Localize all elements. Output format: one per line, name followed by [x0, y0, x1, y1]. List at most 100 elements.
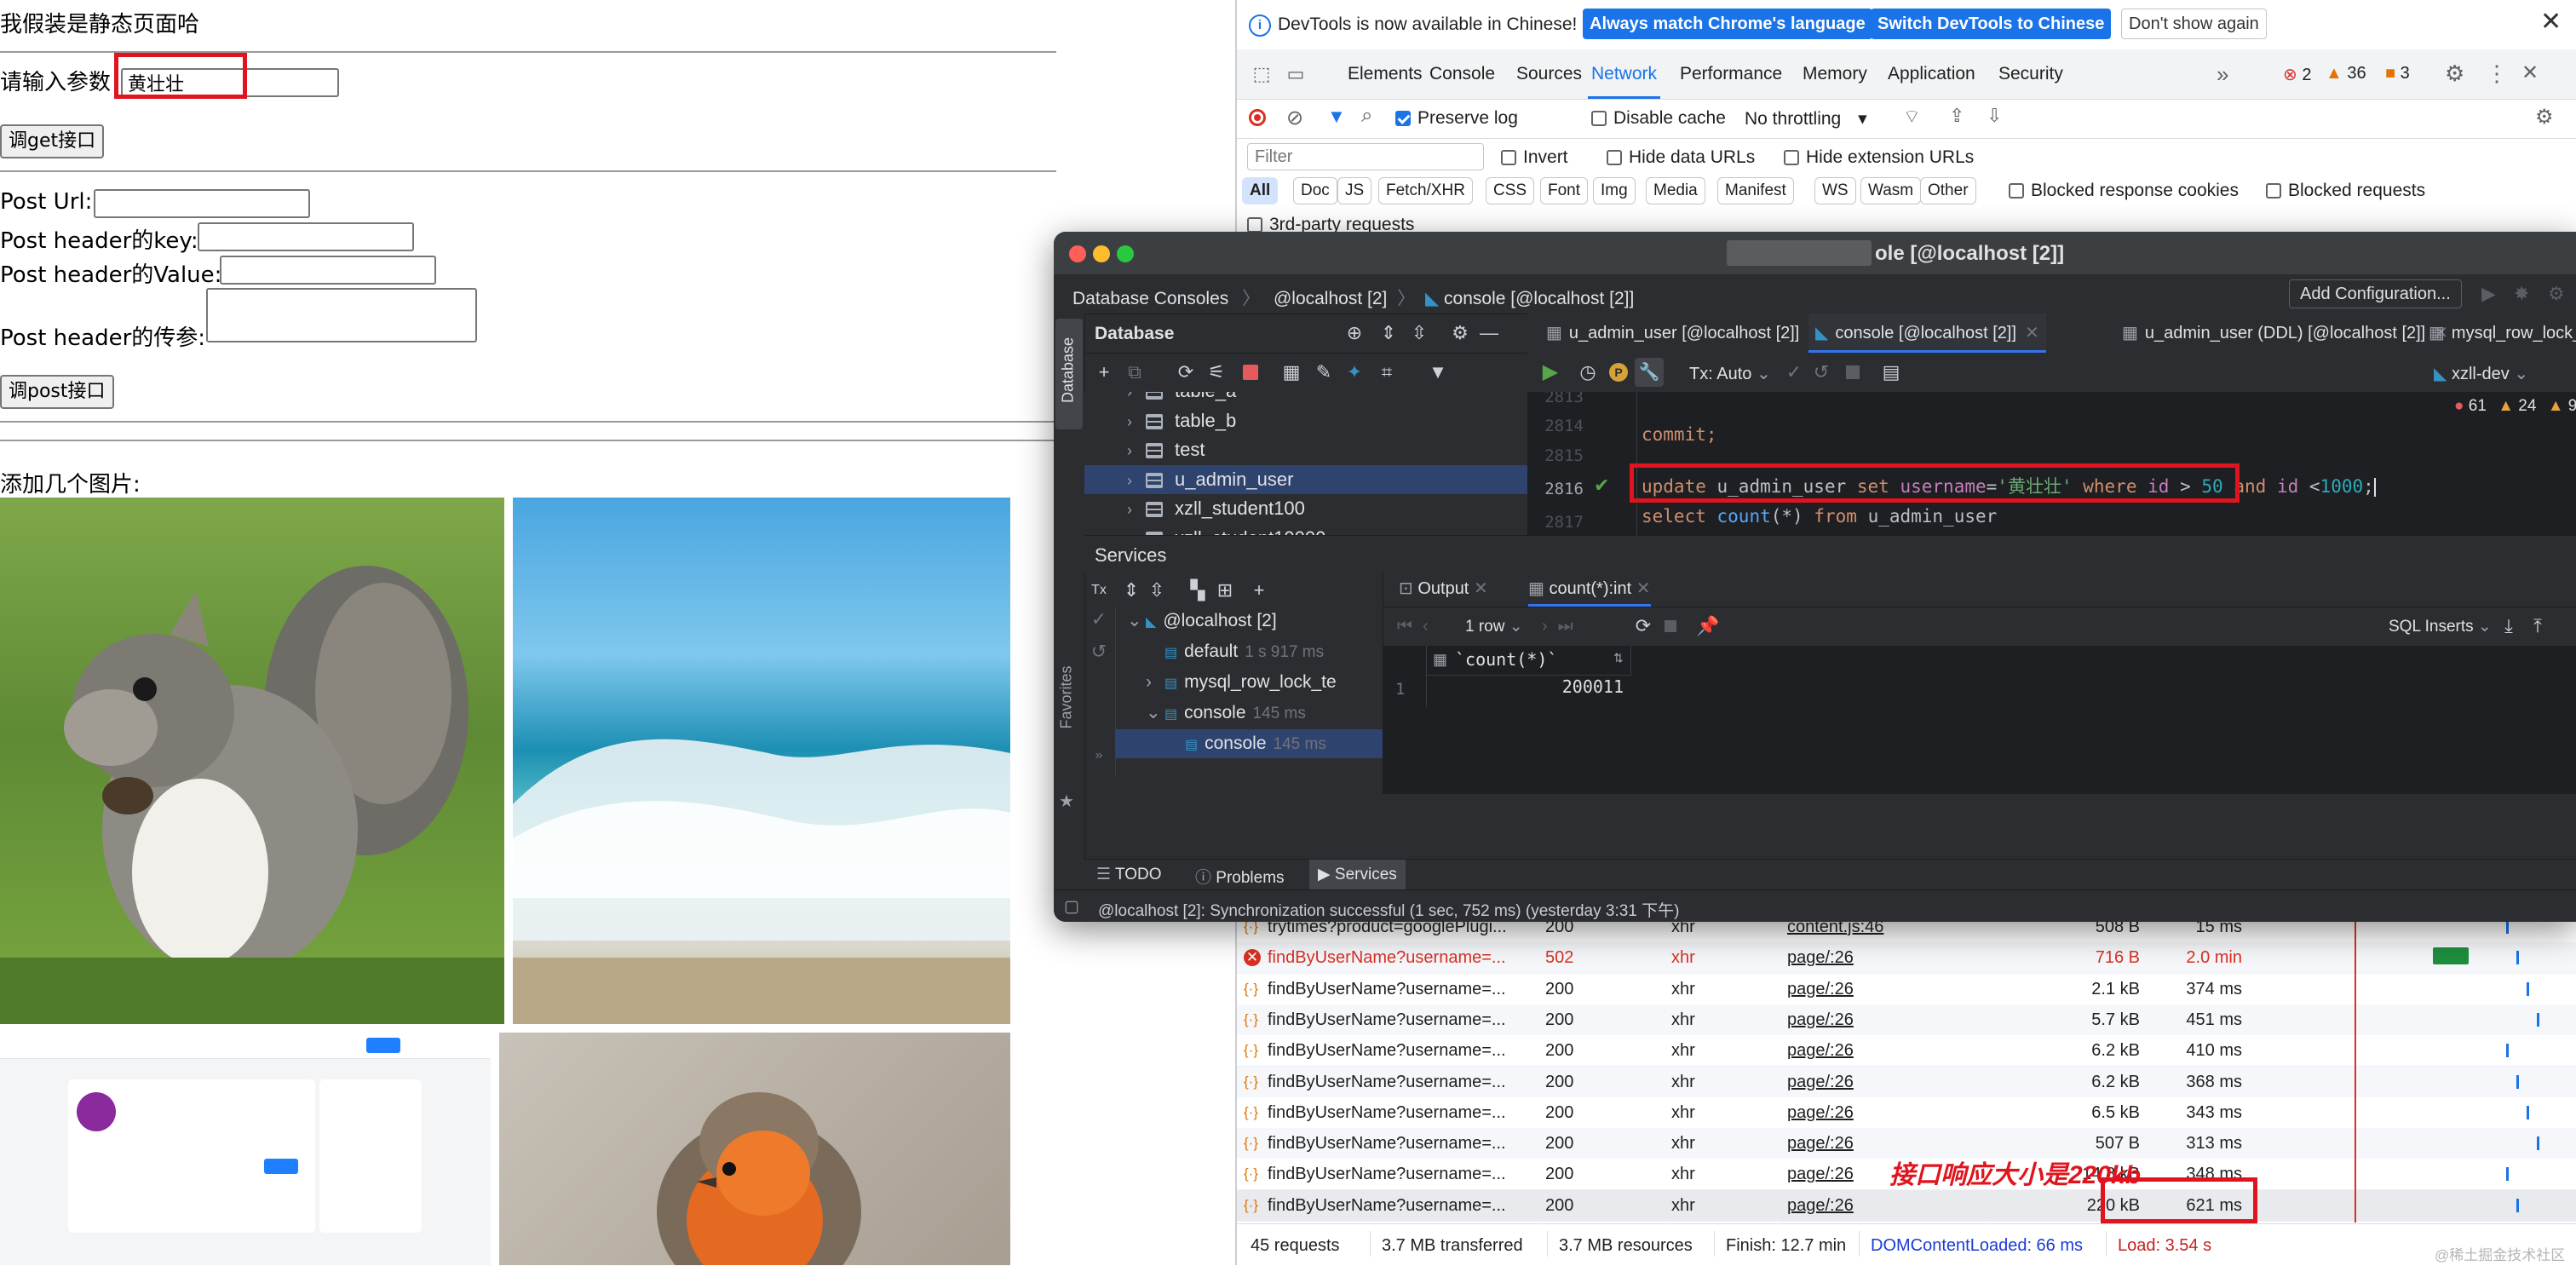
todo-tab[interactable]: ☰ TODO — [1096, 865, 1162, 884]
services-tab[interactable]: ▶ Services — [1309, 860, 1406, 890]
tab-sources[interactable]: Sources — [1513, 49, 1585, 99]
request-row[interactable]: {·} findByUserName?username=... 200 xhr page… — [1237, 1004, 2576, 1036]
breadcrumb-item[interactable]: Database Consoles — [1072, 289, 1228, 308]
issue-count[interactable]: ■ 3 — [2385, 64, 2410, 83]
filter-icon[interactable]: ▼ — [1425, 360, 1451, 385]
chevron-right-icon[interactable]: › — [1146, 668, 1164, 697]
row-count-select[interactable]: 1 row ⌄ — [1465, 617, 1523, 636]
hide-data-urls-checkbox[interactable]: Hide data URLs — [1607, 147, 1755, 168]
editor-tab[interactable]: ◣ console [@localhost [2]] ✕ — [1808, 314, 2046, 353]
tree-item-xzll_student10000[interactable]: › xzll_student10000 — [1084, 524, 1527, 536]
chip-doc[interactable]: Doc — [1293, 177, 1337, 204]
chip-img[interactable]: Img — [1593, 177, 1636, 204]
more-icon[interactable]: ⚙ — [2548, 283, 2565, 305]
request-row[interactable]: {·} findByUserName?username=... 200 xhr page… — [1237, 1096, 2576, 1129]
upload-icon[interactable]: ⤒ — [2525, 613, 2550, 639]
output-layout-icon[interactable]: ▤ — [1878, 360, 1904, 385]
settings-icon[interactable]: ⚙ — [1447, 320, 1473, 346]
more-tabs-icon[interactable]: » — [2217, 61, 2228, 88]
tree-item-xzll_student100[interactable]: › xzll_student100 — [1084, 494, 1527, 523]
ql-icon[interactable]: ⌗ — [1374, 360, 1400, 385]
device-toggle-icon[interactable]: ▭ — [1283, 61, 1308, 87]
chip-css[interactable]: CSS — [1486, 177, 1535, 204]
edit-icon[interactable]: ✎ — [1311, 360, 1337, 385]
dont-show-again-button[interactable]: Don't show again — [2121, 9, 2267, 39]
new-tab-icon[interactable]: ⊞ — [1212, 578, 1238, 603]
tree-item-test[interactable]: › test — [1084, 435, 1527, 464]
request-initiator[interactable]: page/:26 — [1787, 974, 1958, 1004]
chevron-right-icon[interactable]: › — [1127, 392, 1146, 406]
count-result-tab[interactable]: ▦ count(*):int ✕ — [1528, 573, 1651, 607]
chip-all[interactable]: All — [1242, 177, 1279, 204]
search-icon[interactable]: ⌕ — [1361, 104, 1372, 128]
match-language-button[interactable]: Always match Chrome's language — [1583, 9, 1872, 39]
profile-select[interactable]: ◣ xzll-dev ⌄ — [2434, 363, 2528, 384]
close-window-icon[interactable] — [1069, 245, 1086, 262]
request-initiator[interactable]: page/:26 — [1787, 1067, 1958, 1097]
jump-icon[interactable]: ✦ — [1342, 360, 1367, 385]
chevron-down-icon[interactable]: ⌄ — [1146, 699, 1164, 728]
filter-icon[interactable]: ▼ — [1327, 106, 1346, 128]
wrench-icon[interactable]: 🔧 — [1635, 358, 1664, 387]
expand-icon[interactable]: ⇕ — [1118, 578, 1144, 603]
maximize-window-icon[interactable] — [1117, 245, 1134, 262]
pagination-first-prev-icons[interactable]: ⏮‹ — [1397, 617, 1439, 636]
service-tree-item[interactable]: ⌄ ◣ @localhost [2] — [1115, 607, 1383, 636]
column-header[interactable]: ▦ `count(*)` ⇅ — [1426, 646, 1631, 676]
post-url-input[interactable] — [94, 189, 310, 218]
chevron-right-icon[interactable]: › — [1127, 525, 1146, 536]
request-initiator[interactable]: page/:26 — [1787, 1035, 1958, 1066]
add-configuration-button[interactable]: Add Configuration... — [2289, 279, 2462, 308]
run-config-icon[interactable]: ▶ — [2481, 283, 2496, 305]
cancel-icon[interactable] — [1846, 365, 1860, 379]
breadcrumb-item[interactable]: console [@localhost [2]] — [1444, 289, 1634, 308]
post-value-input[interactable] — [220, 256, 436, 285]
debug-icon[interactable]: ✸ — [2514, 283, 2529, 305]
throttling-select[interactable]: No throttling ▾ — [1745, 108, 1867, 129]
service-tree-item[interactable]: ⌄ ▤ console 145 ms — [1115, 699, 1383, 728]
add-service-icon[interactable]: + — [1246, 578, 1272, 603]
result-cell[interactable]: 200011 — [1426, 676, 1624, 697]
stop-icon[interactable] — [1665, 620, 1676, 632]
post-key-input[interactable] — [198, 222, 414, 251]
tab-security[interactable]: Security — [1995, 49, 2067, 99]
chip-js[interactable]: JS — [1337, 177, 1372, 204]
post-body-textarea[interactable] — [206, 288, 477, 342]
tree-item-table_a[interactable]: › table_a — [1084, 392, 1527, 406]
commit-icon[interactable]: ✓ — [1781, 360, 1807, 385]
service-tree-item[interactable]: ▤ console 145 ms — [1115, 729, 1383, 758]
pagination-next-last-icons[interactable]: ›⏭ — [1542, 617, 1584, 636]
group-icon[interactable]: ▚ — [1185, 578, 1210, 603]
collapse-icon[interactable]: ⇳ — [1144, 578, 1170, 603]
chevron-down-icon[interactable]: ⌄ — [1127, 607, 1146, 636]
rollback-icon[interactable]: ↺ — [1086, 639, 1112, 665]
favorites-tool-tab[interactable]: Favorites — [1058, 651, 1076, 745]
star-icon[interactable]: ★ — [1059, 791, 1074, 812]
table-icon[interactable]: ▦ — [1279, 360, 1304, 385]
request-initiator[interactable]: page/:26 — [1787, 1004, 1958, 1035]
more-icon[interactable]: » — [1086, 743, 1112, 768]
schema-icon[interactable]: ⚟ — [1204, 360, 1229, 385]
clear-icon[interactable]: ⊘ — [1286, 106, 1303, 130]
error-count[interactable]: ⊗ 2 — [2283, 64, 2311, 85]
chevron-right-icon[interactable]: › — [1127, 466, 1146, 495]
network-settings-icon[interactable]: ⚙ — [2535, 105, 2554, 129]
hide-panel-icon[interactable]: — — [1476, 320, 1502, 346]
request-initiator[interactable]: page/:26 — [1787, 1190, 1958, 1221]
execute-icon[interactable]: ▶ — [1538, 360, 1563, 385]
request-row[interactable]: {·} findByUserName?username=... 200 xhr page… — [1237, 1035, 2576, 1067]
download-icon[interactable]: ⤓ — [2496, 613, 2521, 639]
close-icon[interactable]: ✕ — [2540, 7, 2562, 37]
tree-item-u_admin_user[interactable]: › u_admin_user — [1084, 464, 1527, 495]
request-row[interactable]: {·} findByUserName?username=... 200 xhr page… — [1237, 1066, 2576, 1098]
chip-wasm[interactable]: Wasm — [1860, 177, 1922, 204]
expand-all-icon[interactable]: ⇕ — [1376, 320, 1401, 346]
tab-memory[interactable]: Memory — [1799, 49, 1871, 99]
tx-icon[interactable]: Tx — [1086, 578, 1112, 603]
export-format-select[interactable]: SQL Inserts ⌄ — [2389, 617, 2492, 636]
invert-checkbox[interactable]: Invert — [1501, 147, 1568, 168]
get-button[interactable]: 调get接口 — [0, 124, 105, 158]
switch-chinese-button[interactable]: Switch DevTools to Chinese — [1871, 9, 2112, 39]
chip-ws[interactable]: WS — [1814, 177, 1856, 204]
tab-elements[interactable]: Elements — [1344, 49, 1426, 99]
